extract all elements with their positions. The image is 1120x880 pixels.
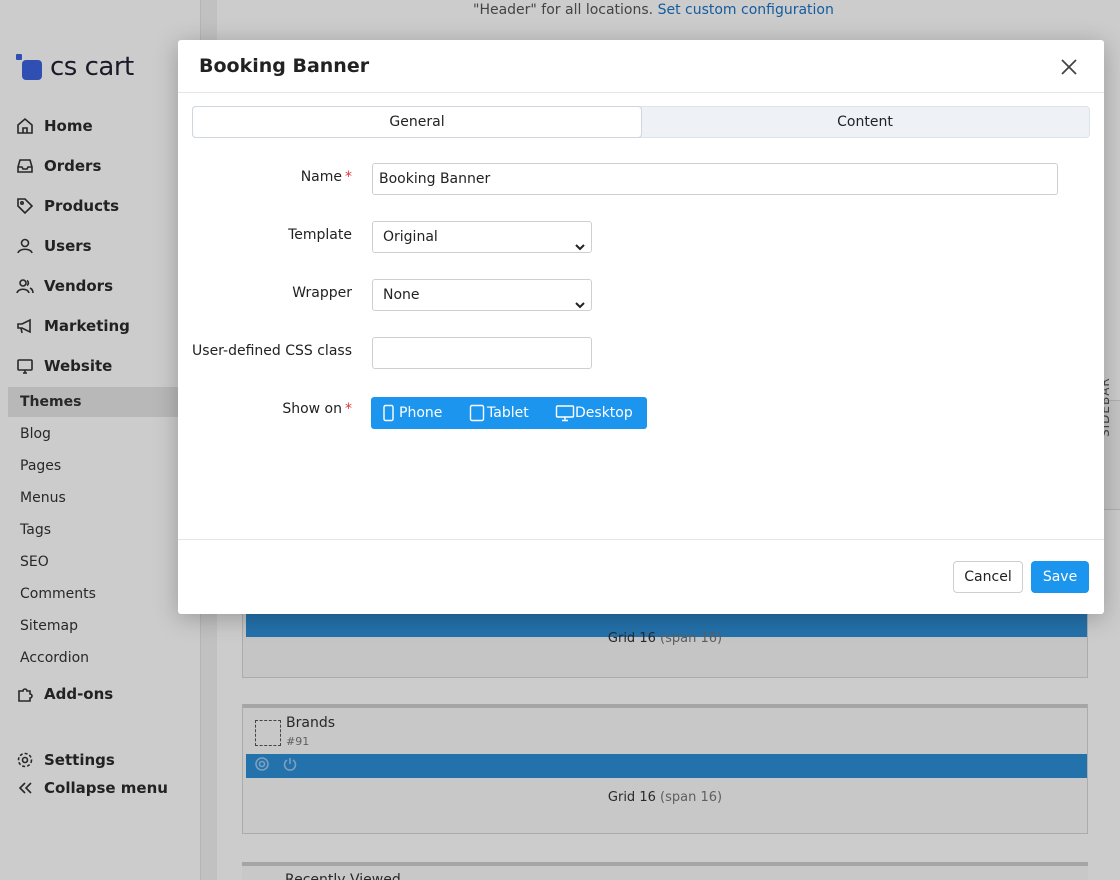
wrapper-select[interactable]: None	[372, 279, 592, 311]
tab-content[interactable]: Content	[641, 107, 1089, 137]
css-class-input[interactable]	[372, 337, 592, 369]
show-on-label-text: Show on	[282, 401, 342, 417]
show-on-field-label: Show on *	[282, 401, 352, 417]
device-phone-toggle[interactable]: Phone	[381, 404, 469, 422]
template-field-label: Template	[288, 227, 352, 243]
dialog-header: Booking Banner	[178, 40, 1104, 93]
device-desktop-toggle[interactable]: Desktop	[555, 404, 633, 422]
chevron-down-icon	[575, 291, 585, 309]
required-marker: *	[345, 401, 352, 417]
close-icon[interactable]	[1058, 56, 1080, 78]
show-on-device-toggle: Phone Tablet Desktop	[371, 397, 647, 429]
device-tablet-label: Tablet	[487, 405, 529, 421]
wrapper-field-label: Wrapper	[292, 285, 352, 301]
monitor-icon	[555, 405, 575, 422]
save-button[interactable]: Save	[1031, 561, 1089, 593]
wrapper-select-value: None	[383, 287, 420, 303]
name-label-text: Name	[300, 169, 342, 185]
device-desktop-label: Desktop	[575, 405, 633, 421]
dialog-tabs: General Content	[192, 106, 1090, 138]
name-field-label: Name *	[301, 169, 352, 185]
chevron-down-icon	[575, 233, 585, 251]
dialog-title: Booking Banner	[199, 55, 370, 77]
tab-general[interactable]: General	[192, 106, 642, 138]
device-tablet-toggle[interactable]: Tablet	[469, 404, 555, 422]
template-select-value: Original	[383, 229, 438, 245]
block-settings-dialog: Booking Banner General Content Name * Boo…	[178, 40, 1104, 614]
css-class-field-label: User-defined CSS class	[192, 343, 352, 359]
cancel-button[interactable]: Cancel	[953, 561, 1023, 593]
template-select[interactable]: Original	[372, 221, 592, 253]
device-phone-label: Phone	[399, 405, 443, 421]
phone-icon	[383, 404, 394, 422]
tablet-icon	[469, 404, 485, 422]
name-input[interactable]: Booking Banner	[372, 163, 1058, 195]
required-marker: *	[345, 169, 352, 185]
dialog-footer: Cancel Save	[178, 539, 1104, 614]
